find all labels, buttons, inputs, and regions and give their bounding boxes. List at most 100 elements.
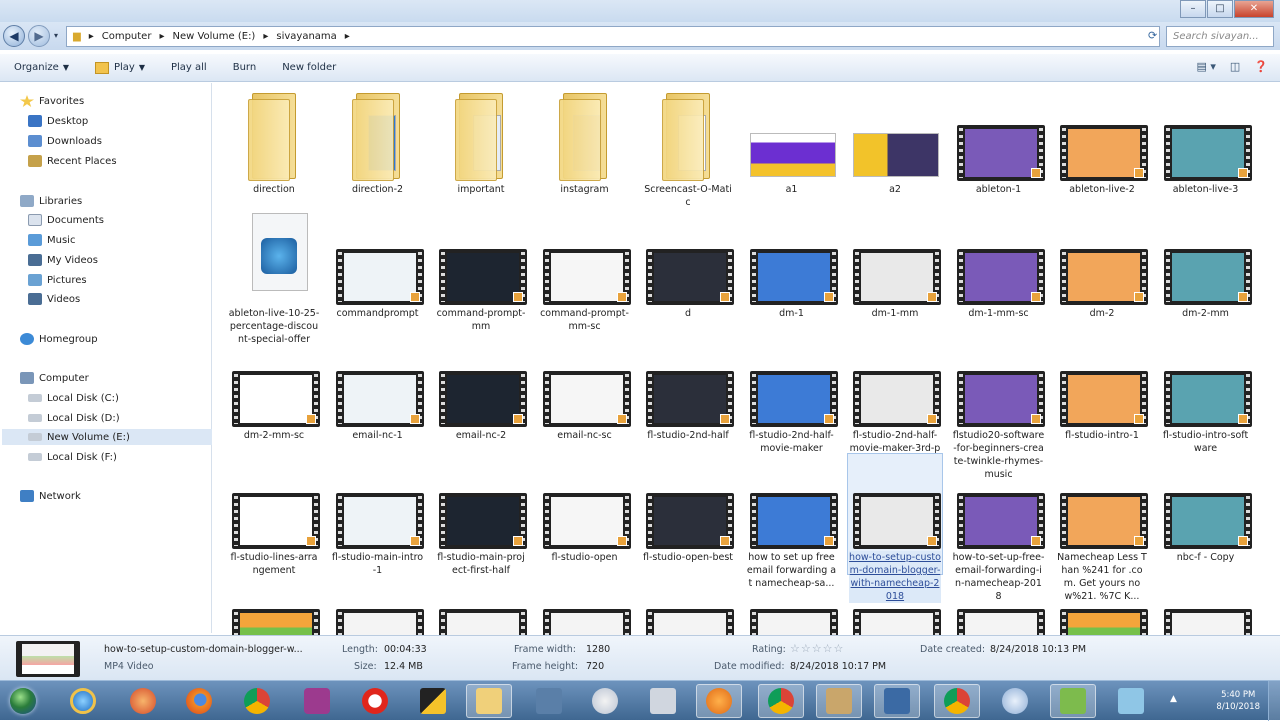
taskbar-app-7[interactable] [410,684,456,718]
recent-pages-dropdown[interactable]: ▾ [54,31,58,40]
sidebar-item-homegroup[interactable]: Homegroup [20,331,98,347]
breadcrumb-new-volume[interactable]: New Volume (E:) [172,31,255,42]
file-list: direction direction-2 important instagram Sc… [212,83,1280,635]
sidebar-item-desktop[interactable]: Desktop [28,113,88,129]
play-all-button[interactable]: Play all [171,62,207,73]
sidebar-item-music[interactable]: Music [28,232,75,248]
taskbar-app-5[interactable] [294,684,340,718]
minimize-button[interactable]: – [1180,0,1206,18]
taskbar-app-18[interactable] [1050,684,1096,718]
chrome-icon [944,688,970,714]
drive-icon [28,394,42,402]
rating-stars[interactable]: ☆☆☆☆☆ [790,642,844,655]
forward-button[interactable]: ▶ [28,25,50,47]
close-button[interactable]: ✕ [1234,0,1274,18]
drive-icon [28,414,42,422]
sidebar-item-local-disk-f[interactable]: Local Disk (F:) [28,449,117,465]
sidebar-item-local-disk-d[interactable]: Local Disk (D:) [28,410,120,426]
computer-icon [20,372,34,384]
folder-icon [351,93,406,181]
taskbar-app-9[interactable] [526,684,572,718]
play-overlay-icon [409,536,420,546]
video-thumbnail [749,249,838,305]
file-name: fl-studio-intro-1 [1065,430,1139,441]
sidebar-item-videos[interactable]: Videos [28,291,80,307]
play-overlay-icon [720,414,730,424]
maximize-button[interactable]: □ [1207,0,1233,18]
taskbar-app-10[interactable] [582,684,628,718]
sidebar-label: Documents [47,214,105,226]
play-overlay-icon [1237,414,1248,424]
firefox-icon [186,688,212,714]
sidebar-item-new-volume-e[interactable]: New Volume (E:) [2,429,212,445]
file-name: fl-studio-lines-arrangement [230,552,318,576]
play-overlay-icon [1237,292,1248,302]
system-clock[interactable]: 5:40 PM 8/10/2018 [1216,689,1260,713]
sidebar-item-libraries[interactable]: Libraries [20,193,82,209]
file-name: command-prompt-mm-sc [540,308,629,332]
play-overlay-icon [720,292,730,302]
libraries-icon [20,195,34,207]
file-name: how to set up free email forwarding at n… [746,552,837,589]
sidebar-label: Network [39,490,81,502]
new-folder-button[interactable]: New folder [282,62,336,73]
sidebar-item-computer[interactable]: Computer [20,370,89,386]
folder-icon [558,93,613,181]
sidebar-label: Libraries [39,195,83,207]
taskbar-app-14[interactable] [816,684,862,718]
view-options-icon[interactable]: ▤ ▾ [1196,60,1215,73]
taskbar-windows-explorer[interactable] [466,684,512,718]
taskbar-internet-explorer[interactable] [60,684,106,718]
sidebar-item-my-videos[interactable]: My Videos [28,252,98,268]
taskbar-app-17[interactable] [992,684,1038,718]
sidebar-item-local-disk-c[interactable]: Local Disk (C:) [28,390,119,406]
taskbar-chrome-2[interactable] [758,684,804,718]
app-icon [420,688,446,714]
size-label: Size: [354,661,377,672]
taskbar-app-15[interactable] [874,684,920,718]
chrome-icon [244,688,270,714]
search-input[interactable]: Search sivayan... [1166,26,1274,47]
sidebar-item-documents[interactable]: Documents [28,212,104,228]
video-thumbnail [1060,493,1148,549]
video-thumbnail [1060,371,1148,427]
taskbar-chrome-3[interactable] [934,684,980,718]
taskbar-firefox[interactable] [176,684,222,718]
folder-icon [662,93,716,181]
video-thumbnail [956,609,1045,635]
taskbar-app-19[interactable] [1108,684,1154,718]
breadcrumb-computer[interactable]: Computer [102,31,152,42]
address-bar[interactable]: ▆ ▸ Computer ▸ New Volume (E:) ▸ sivayan… [66,26,1160,47]
play-overlay-icon [1134,292,1144,302]
back-button[interactable]: ◀ [3,25,25,47]
play-label: Play [113,62,135,73]
file-name: email-nc-1 [352,430,403,441]
taskbar-media-player[interactable] [696,684,742,718]
taskbar-opera[interactable] [352,684,398,718]
taskbar-chrome[interactable] [234,684,280,718]
play-overlay-icon [823,536,834,546]
refresh-icon[interactable]: ⟳ [1148,29,1157,42]
file-name: important [457,184,505,195]
breadcrumb-sivayanama[interactable]: sivayanama [276,31,336,42]
help-icon[interactable]: ❓ [1254,60,1268,73]
show-desktop-button[interactable] [1268,681,1280,721]
play-menu[interactable]: Play ▼ [94,61,145,74]
taskbar-app-2[interactable] [120,684,166,718]
sidebar-label: Computer [39,372,89,384]
taskbar-app-11[interactable] [640,684,686,718]
play-overlay-icon [1030,536,1041,546]
organize-menu[interactable]: Organize ▼ [14,62,69,73]
show-hidden-icons[interactable]: ▲ [1170,694,1177,704]
preview-pane-icon[interactable]: ◫ [1230,60,1240,73]
burn-button[interactable]: Burn [233,62,256,73]
sidebar-item-pictures[interactable]: Pictures [28,272,87,288]
play-overlay-icon [1134,168,1144,178]
video-thumbnail [232,609,320,635]
start-button[interactable] [0,684,46,718]
sidebar-item-downloads[interactable]: Downloads [28,133,102,149]
sidebar-item-recent-places[interactable]: Recent Places [28,153,117,169]
desktop-icon [28,115,42,127]
sidebar-item-network[interactable]: Network [20,488,81,504]
sidebar-item-favorites[interactable]: Favorites [20,93,84,109]
